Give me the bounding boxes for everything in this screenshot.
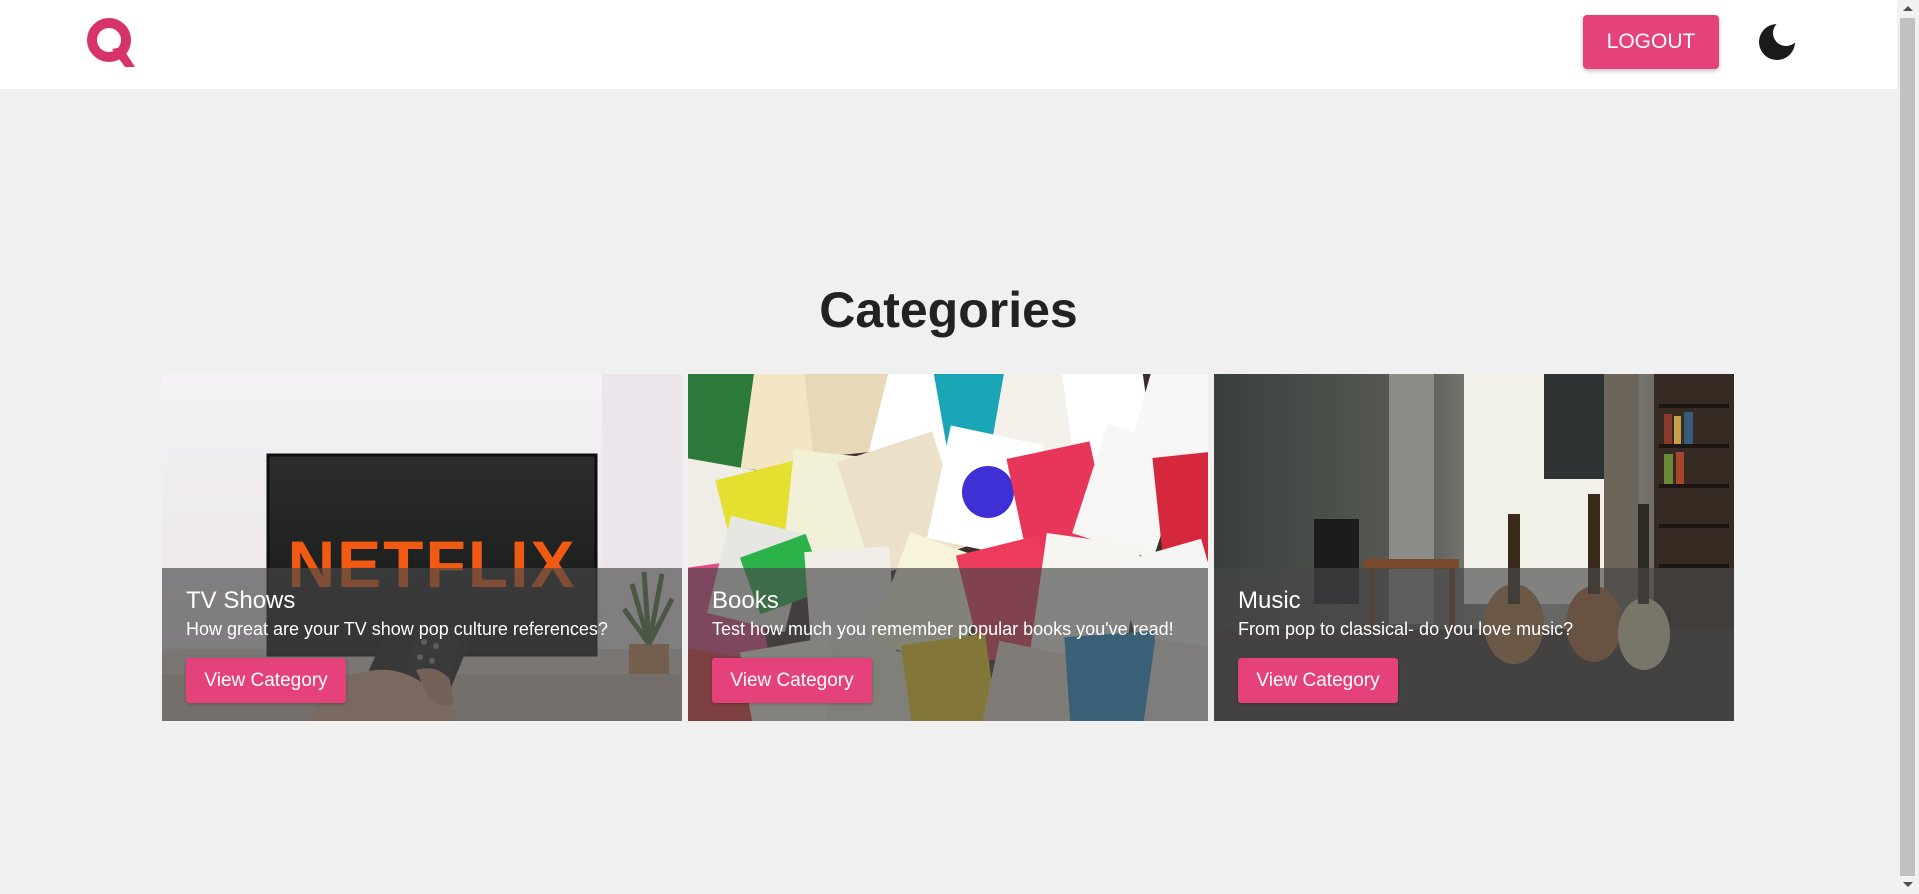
scroll-up-arrow-icon[interactable]: [1903, 6, 1913, 11]
view-category-button-books[interactable]: View Category: [712, 658, 872, 703]
category-cards: NETFLIX TV Shows How great are your TV s…: [162, 374, 1734, 721]
card-description: From pop to classical- do you love music…: [1238, 619, 1574, 639]
navbar: LOGOUT: [0, 0, 1897, 89]
vertical-scrollbar[interactable]: [1897, 0, 1919, 894]
card-title: Music: [1238, 587, 1301, 614]
category-card-tv-shows: NETFLIX TV Shows How great are your TV s…: [162, 374, 682, 721]
card-title: TV Shows: [186, 587, 296, 614]
logout-button[interactable]: LOGOUT: [1583, 15, 1719, 69]
category-card-music: Music From pop to classical- do you love…: [1214, 374, 1734, 721]
scrollbar-thumb[interactable]: [1900, 18, 1915, 876]
card-title: Books: [712, 587, 779, 614]
category-card-books: Books Test how much you remember popular…: [688, 374, 1208, 721]
card-description: How great are your TV show pop culture r…: [186, 619, 608, 639]
q-logo-icon[interactable]: [85, 15, 137, 71]
card-description: Test how much you remember popular books…: [712, 619, 1174, 639]
moon-icon[interactable]: [1757, 22, 1797, 62]
view-category-button-tv-shows[interactable]: View Category: [186, 658, 346, 703]
page: LOGOUT Categories NETFLIX TV Shows How g…: [0, 0, 1897, 894]
view-category-button-music[interactable]: View Category: [1238, 658, 1398, 703]
scroll-down-arrow-icon[interactable]: [1903, 882, 1913, 887]
page-title: Categories: [819, 282, 1078, 338]
